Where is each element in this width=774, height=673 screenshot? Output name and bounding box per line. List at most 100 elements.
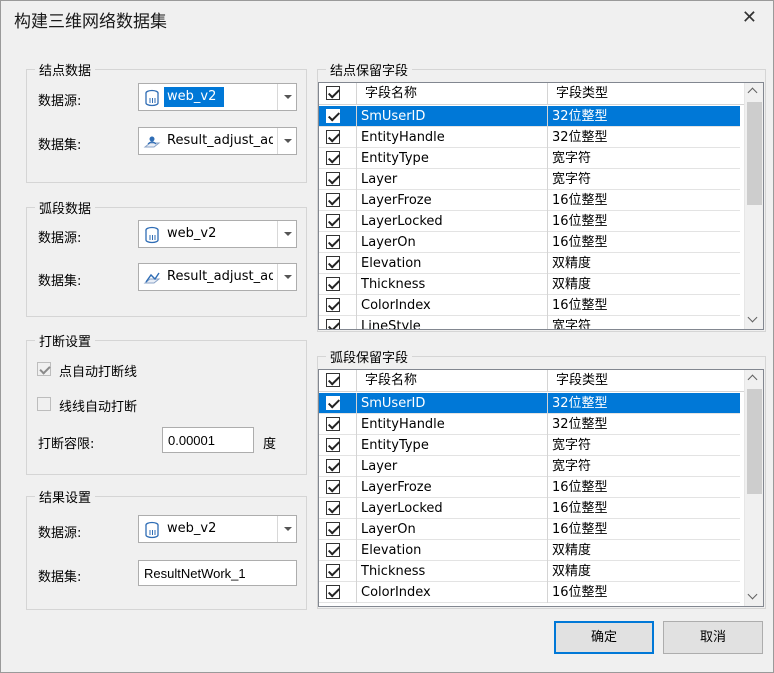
header-field-type: 字段类型 [556, 86, 609, 101]
cancel-button[interactable]: 取消 [663, 621, 763, 654]
table-row[interactable]: LineStyle 宽字符 [319, 316, 740, 329]
checkbox-icon[interactable] [326, 585, 340, 599]
table-row[interactable]: Elevation 双精度 [319, 253, 740, 274]
checkbox-icon[interactable] [326, 214, 340, 228]
close-icon[interactable]: ✕ [742, 7, 757, 28]
row-checkbox-cell[interactable] [319, 414, 357, 435]
chevron-down-icon[interactable] [277, 128, 296, 154]
row-checkbox-cell[interactable] [319, 519, 357, 540]
field-name-cell: Layer [357, 456, 548, 477]
field-type-cell: 32位整型 [552, 109, 608, 124]
scroll-down-icon[interactable] [745, 311, 763, 329]
table-row[interactable]: LayerOn 16位整型 [319, 232, 740, 253]
chevron-down-icon[interactable] [277, 84, 296, 110]
row-checkbox-cell[interactable] [319, 232, 357, 253]
ok-button[interactable]: 确定 [554, 621, 654, 654]
node-datasource-label: 数据源: [38, 94, 82, 109]
checkbox-icon[interactable] [326, 438, 340, 452]
checkbox-icon[interactable] [326, 543, 340, 557]
chevron-down-icon[interactable] [277, 516, 296, 542]
row-checkbox-cell[interactable] [319, 540, 357, 561]
table-row[interactable]: LayerOn 16位整型 [319, 519, 740, 540]
field-type-cell: 双精度 [552, 543, 592, 558]
row-checkbox-cell[interactable] [319, 253, 357, 274]
table-row[interactable]: EntityHandle 32位整型 [319, 127, 740, 148]
checkbox-icon[interactable] [326, 298, 340, 312]
arc-fields-scrollbar[interactable] [744, 370, 763, 606]
checkbox-icon[interactable] [326, 396, 340, 410]
row-checkbox-cell[interactable] [319, 211, 357, 232]
row-checkbox-cell[interactable] [319, 498, 357, 519]
table-row[interactable]: Layer 宽字符 [319, 169, 740, 190]
table-row[interactable]: LayerFroze 16位整型 [319, 477, 740, 498]
table-row[interactable]: LayerFroze 16位整型 [319, 190, 740, 211]
row-checkbox-cell[interactable] [319, 477, 357, 498]
table-row[interactable]: SmUserID 32位整型 [319, 393, 740, 414]
node-fields-grid: 字段名称 字段类型 SmUserID 32位整型 EntityHandle 32位整型… [318, 82, 764, 330]
checkbox-icon[interactable] [326, 319, 340, 329]
row-checkbox-cell[interactable] [319, 106, 357, 127]
row-checkbox-cell[interactable] [319, 169, 357, 190]
table-row[interactable]: ColorIndex 16位整型 [319, 582, 740, 603]
row-checkbox-cell[interactable] [319, 274, 357, 295]
checkbox-icon[interactable] [326, 172, 340, 186]
checkbox-icon[interactable] [326, 480, 340, 494]
arc-dataset-combo[interactable]: Result_adjust_adju [138, 263, 297, 291]
node-fields-scrollbar[interactable] [744, 83, 763, 329]
scroll-down-icon[interactable] [745, 588, 763, 606]
table-row[interactable]: EntityHandle 32位整型 [319, 414, 740, 435]
checkbox-icon[interactable] [326, 459, 340, 473]
checkbox-icon[interactable] [326, 277, 340, 291]
checkbox-icon[interactable] [326, 130, 340, 144]
scroll-up-icon[interactable] [745, 370, 763, 388]
chevron-down-icon[interactable] [277, 264, 296, 290]
auto-break-point-checkbox[interactable] [37, 362, 51, 376]
table-row[interactable]: SmUserID 32位整型 [319, 106, 740, 127]
checkbox-icon[interactable] [326, 109, 340, 123]
table-row[interactable]: Thickness 双精度 [319, 561, 740, 582]
row-checkbox-cell[interactable] [319, 190, 357, 211]
checkbox-icon[interactable] [326, 151, 340, 165]
checkbox-icon[interactable] [326, 256, 340, 270]
row-checkbox-cell[interactable] [319, 295, 357, 316]
table-row[interactable]: LayerLocked 16位整型 [319, 498, 740, 519]
node-datasource-combo[interactable]: web_v2 [138, 83, 297, 111]
auto-break-line-checkbox[interactable] [37, 397, 51, 411]
checkbox-icon[interactable] [326, 193, 340, 207]
checkbox-icon[interactable] [326, 373, 340, 387]
tolerance-input[interactable] [162, 427, 254, 453]
table-row[interactable]: EntityType 宽字符 [319, 148, 740, 169]
row-checkbox-cell[interactable] [319, 456, 357, 477]
node-dataset-combo[interactable]: Result_adjust_adj [138, 127, 297, 155]
row-checkbox-cell[interactable] [319, 582, 357, 603]
checkbox-icon[interactable] [326, 417, 340, 431]
scroll-up-icon[interactable] [745, 83, 763, 101]
checkbox-icon[interactable] [326, 501, 340, 515]
row-checkbox-cell[interactable] [319, 561, 357, 582]
table-row[interactable]: ColorIndex 16位整型 [319, 295, 740, 316]
field-name-cell: LayerLocked [357, 211, 548, 232]
arc-datasource-combo[interactable]: web_v2 [138, 220, 297, 248]
checkbox-icon[interactable] [326, 522, 340, 536]
chevron-down-icon[interactable] [277, 221, 296, 247]
table-row[interactable]: Layer 宽字符 [319, 456, 740, 477]
table-row[interactable]: EntityType 宽字符 [319, 435, 740, 456]
result-datasource-combo[interactable]: web_v2 [138, 515, 297, 543]
header-select-all[interactable] [319, 370, 357, 391]
table-row[interactable]: LayerLocked 16位整型 [319, 211, 740, 232]
row-checkbox-cell[interactable] [319, 148, 357, 169]
header-field-name: 字段名称 [357, 83, 548, 104]
row-checkbox-cell[interactable] [319, 393, 357, 414]
table-row[interactable]: Elevation 双精度 [319, 540, 740, 561]
checkbox-icon[interactable] [326, 564, 340, 578]
row-checkbox-cell[interactable] [319, 435, 357, 456]
result-dataset-input[interactable] [138, 560, 297, 586]
checkbox-icon[interactable] [326, 235, 340, 249]
scroll-thumb[interactable] [747, 389, 762, 494]
checkbox-icon[interactable] [326, 86, 340, 100]
header-select-all[interactable] [319, 83, 357, 104]
scroll-thumb[interactable] [747, 102, 762, 205]
row-checkbox-cell[interactable] [319, 127, 357, 148]
row-checkbox-cell[interactable] [319, 316, 357, 329]
table-row[interactable]: Thickness 双精度 [319, 274, 740, 295]
